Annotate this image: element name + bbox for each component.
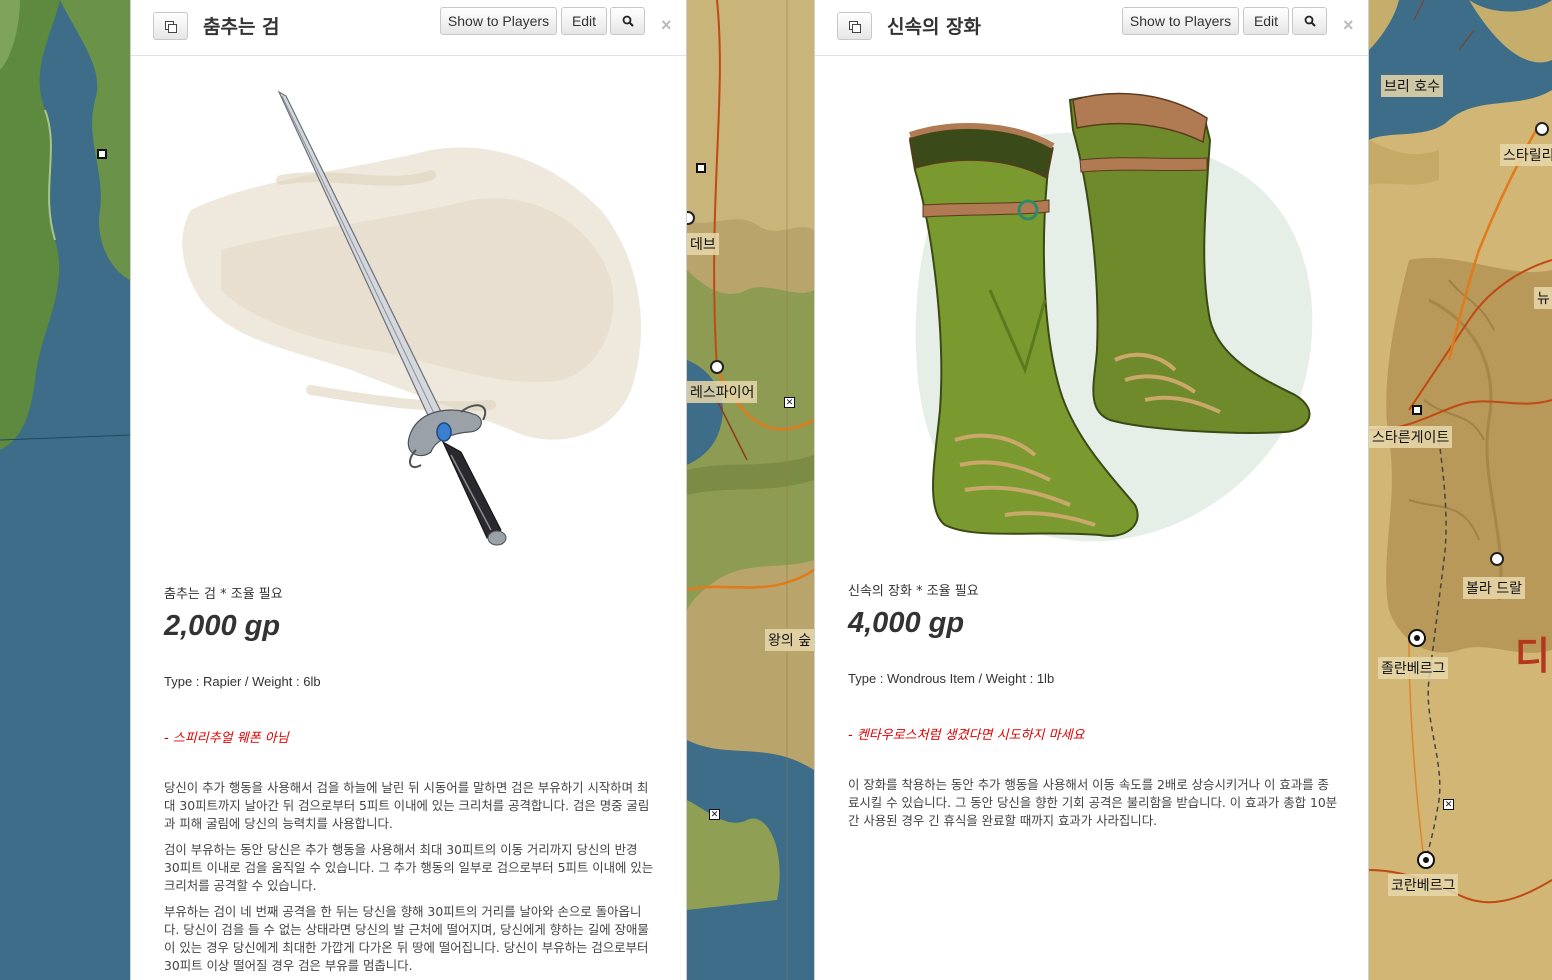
item-dialog-dancing-sword: 춤추는 검 Show to Players Edit × 춤추는 검 * 조율 … xyxy=(130,0,687,980)
map-label-bree-lake: 브리 호수 xyxy=(1381,75,1443,97)
map-label-king-forest: 왕의 숲 xyxy=(765,629,814,651)
dialog-title: 춤추는 검 xyxy=(203,16,280,38)
show-to-players-button[interactable]: Show to Players xyxy=(1122,7,1239,35)
popout-button[interactable] xyxy=(153,12,188,40)
map-background-right[interactable]: 브리 호수 스타릴리 뉴 스타른게이트 볼라 드랄 졸란베르그 디 ✕ 코란베르… xyxy=(1369,0,1552,980)
city-marker[interactable] xyxy=(1490,552,1504,566)
map-label-koranberg: 코란베르그 xyxy=(1388,874,1459,896)
map-label-region: 디 xyxy=(1515,634,1550,678)
item-note: - 스피리추얼 웨폰 아님 xyxy=(164,731,289,746)
zoom-button[interactable] xyxy=(610,7,645,35)
zoom-button[interactable] xyxy=(1292,7,1327,35)
item-type-weight: Type : Rapier / Weight : 6lb xyxy=(164,674,321,689)
map-marker[interactable]: ✕ xyxy=(784,397,795,408)
item-description: 당신이 추가 행동을 사용해서 검을 하늘에 날린 뒤 시동어를 말하면 검은 … xyxy=(164,779,656,980)
map-marker[interactable] xyxy=(696,163,706,173)
item-price: 4,000 gp xyxy=(848,607,965,639)
city-marker[interactable] xyxy=(1535,122,1549,136)
dialog-title: 신속의 장화 xyxy=(887,16,982,38)
map-marker[interactable] xyxy=(1412,405,1422,415)
map-marker[interactable] xyxy=(97,149,107,159)
map-label-starill: 스타릴리 xyxy=(1500,144,1552,166)
item-description: 이 장화를 착용하는 동안 추가 행동을 사용해서 이동 속도를 2배로 상승시… xyxy=(848,776,1340,838)
map-terrain-middle xyxy=(687,0,814,980)
map-label-dev: 데브 xyxy=(687,233,719,255)
edit-button[interactable]: Edit xyxy=(561,7,607,35)
item-image-boots xyxy=(815,60,1368,560)
edit-button[interactable]: Edit xyxy=(1243,7,1289,35)
dialog-titlebar[interactable]: 춤추는 검 Show to Players Edit × xyxy=(131,0,686,56)
popout-icon xyxy=(165,20,177,33)
map-background-middle[interactable]: 데브 레스파이어 ✕ 왕의 숲 ✕ xyxy=(687,0,814,980)
city-marker[interactable] xyxy=(1417,851,1435,869)
dialog-titlebar[interactable]: 신속의 장화 Show to Players Edit × xyxy=(815,0,1368,56)
item-note: - 켄타우로스처럼 생겼다면 시도하지 마세요 xyxy=(848,728,1085,743)
map-label-nyu: 뉴 xyxy=(1534,287,1552,309)
city-marker[interactable] xyxy=(710,360,724,374)
item-image-sword xyxy=(131,60,686,560)
close-icon[interactable]: × xyxy=(661,15,672,36)
item-dialog-boots-of-speed: 신속의 장화 Show to Players Edit × 신속의 장화 * 조… xyxy=(814,0,1369,980)
description-paragraph: 당신이 추가 행동을 사용해서 검을 하늘에 날린 뒤 시동어를 말하면 검은 … xyxy=(164,780,650,831)
popout-icon xyxy=(849,20,861,33)
popout-button[interactable] xyxy=(837,12,872,40)
map-label-starngate: 스타른게이트 xyxy=(1369,426,1453,448)
description-paragraph: 부유하는 검이 네 번째 공격을 한 뒤는 당신을 향해 30피트의 거리를 날… xyxy=(164,904,649,973)
item-subtitle: 신속의 장화 * 조율 필요 xyxy=(848,584,979,599)
search-icon xyxy=(622,15,634,27)
close-icon[interactable]: × xyxy=(1343,15,1354,36)
map-marker[interactable]: ✕ xyxy=(1443,799,1454,810)
map-label-bolla-dral: 볼라 드랄 xyxy=(1463,577,1525,599)
item-price: 2,000 gp xyxy=(164,610,281,642)
map-terrain-left xyxy=(0,0,130,980)
city-marker[interactable] xyxy=(1408,629,1426,647)
map-label-lespire: 레스파이어 xyxy=(687,381,758,403)
show-to-players-button[interactable]: Show to Players xyxy=(440,7,557,35)
search-icon xyxy=(1304,15,1316,27)
map-background-left[interactable] xyxy=(0,0,130,980)
item-subtitle: 춤추는 검 * 조율 필요 xyxy=(164,587,283,602)
description-paragraph: 검이 부유하는 동안 당신은 추가 행동을 사용해서 최대 30피트의 이동 거… xyxy=(164,842,654,893)
map-marker[interactable]: ✕ xyxy=(709,809,720,820)
item-type-weight: Type : Wondrous Item / Weight : 1lb xyxy=(848,671,1055,686)
description-paragraph: 이 장화를 착용하는 동안 추가 행동을 사용해서 이동 속도를 2배로 상승시… xyxy=(848,777,1338,828)
map-label-jolanberg: 졸란베르그 xyxy=(1378,657,1449,679)
